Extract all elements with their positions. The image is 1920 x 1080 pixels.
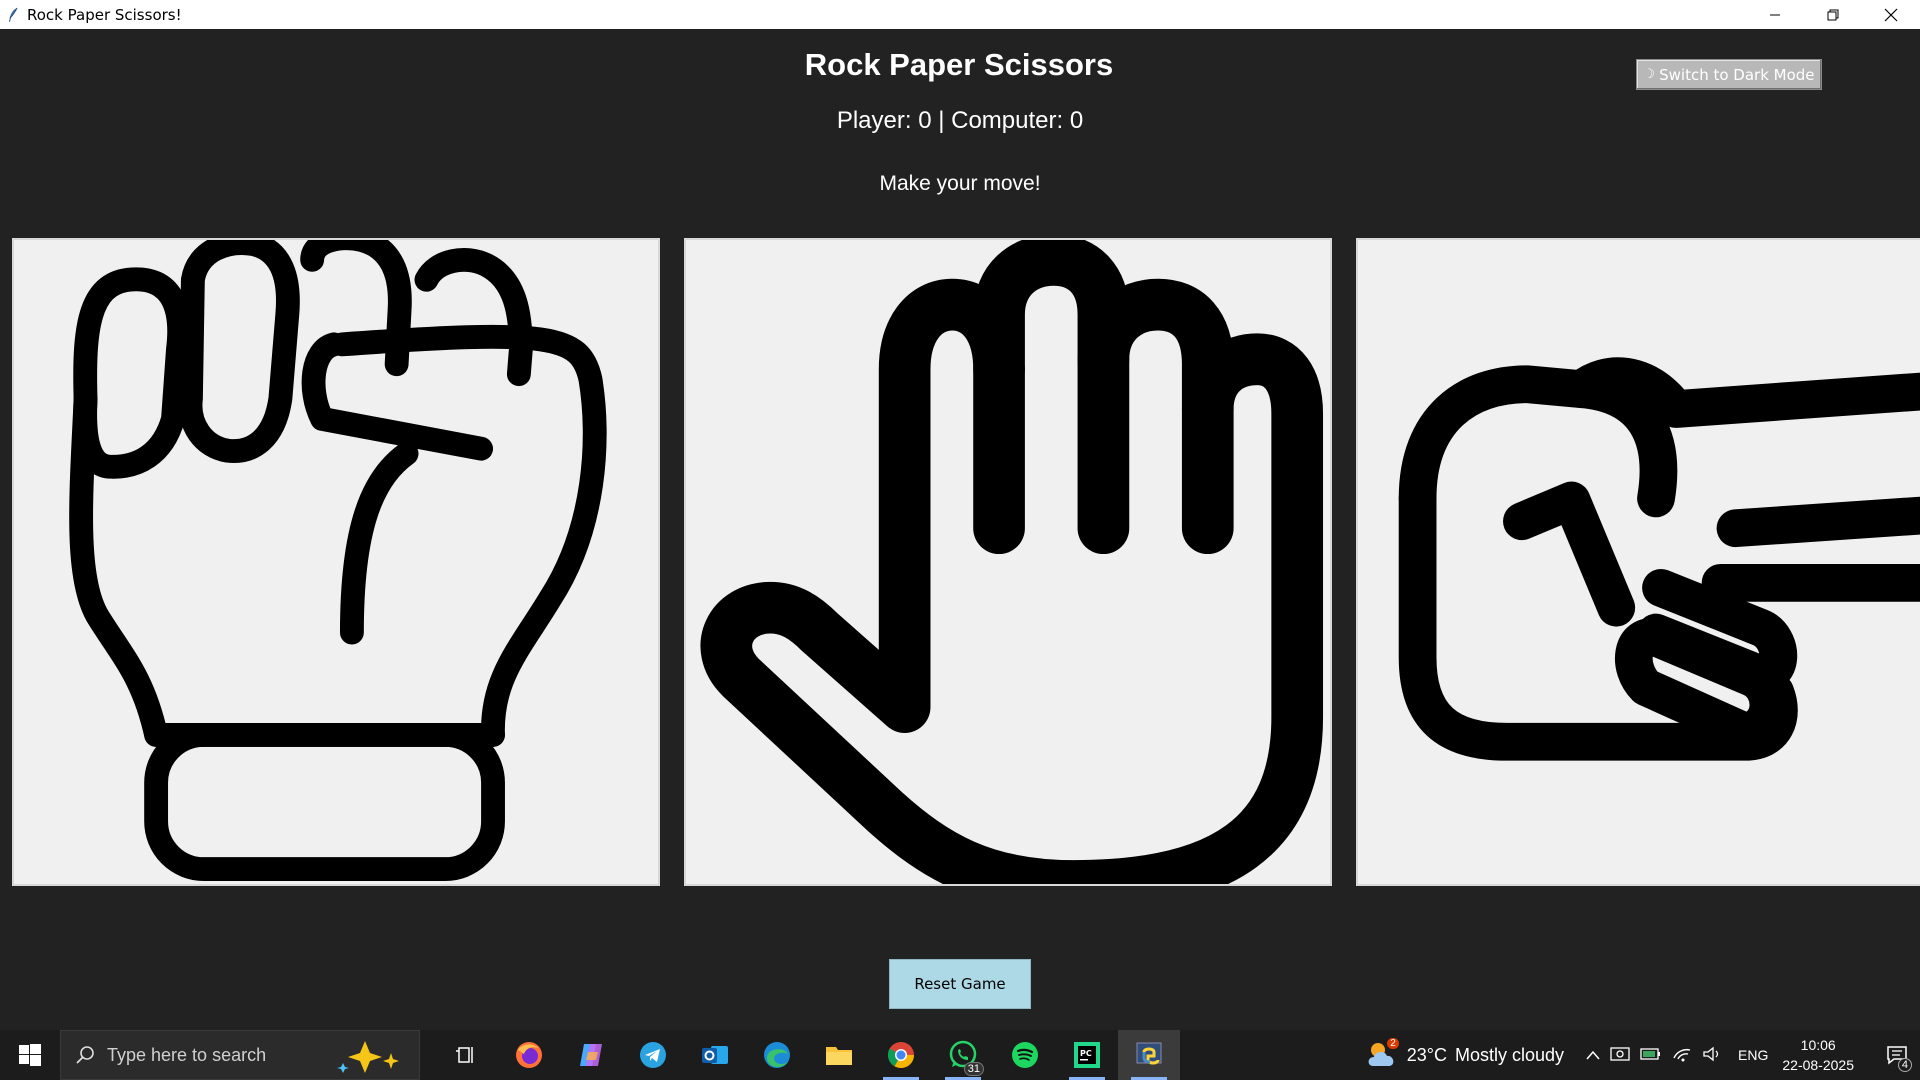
spotify-icon xyxy=(1012,1042,1038,1068)
pycharm-icon: PC xyxy=(1074,1042,1100,1068)
weather-badge: 2 xyxy=(1387,1038,1399,1049)
task-view-icon xyxy=(456,1047,473,1063)
feather-icon xyxy=(4,6,22,24)
sparkle-icon xyxy=(335,1039,407,1078)
restore-icon xyxy=(1827,9,1839,20)
edge-icon xyxy=(764,1042,790,1068)
chrome-button[interactable] xyxy=(870,1030,932,1080)
python-icon xyxy=(1136,1042,1162,1065)
dark-mode-button[interactable]: ☽ Switch to Dark Mode xyxy=(1636,59,1822,90)
svg-text:PC: PC xyxy=(1080,1049,1092,1058)
copilot-icon xyxy=(580,1044,602,1066)
outlook-icon xyxy=(702,1046,728,1064)
game-window: Rock Paper Scissors Player: 0 | Computer… xyxy=(0,29,1920,1030)
edge-button[interactable] xyxy=(746,1030,808,1080)
minimize-icon xyxy=(1770,14,1780,15)
chevron-up-icon[interactable] xyxy=(1586,1047,1600,1063)
folder-icon xyxy=(826,1047,852,1065)
search-input[interactable]: Type here to search xyxy=(60,1030,420,1080)
whatsapp-button[interactable]: 31 xyxy=(932,1030,994,1080)
windows-icon xyxy=(19,1044,41,1066)
search-icon xyxy=(75,1045,95,1065)
dark-mode-button-label: Switch to Dark Mode xyxy=(1659,65,1815,84)
close-button[interactable] xyxy=(1862,0,1920,29)
outlook-button[interactable] xyxy=(684,1030,746,1080)
weather-desc: Mostly cloudy xyxy=(1454,1044,1565,1065)
close-icon xyxy=(1884,8,1898,21)
copilot-button[interactable] xyxy=(560,1030,622,1080)
score-label: Player: 0 | Computer: 0 xyxy=(836,107,1084,134)
pycharm-button[interactable]: PC xyxy=(1056,1030,1118,1080)
start-button[interactable] xyxy=(0,1030,60,1080)
moon-icon: ☽ xyxy=(1643,67,1656,82)
firefox-icon xyxy=(516,1042,542,1068)
wifi-icon[interactable] xyxy=(1672,1046,1692,1065)
cloud-sun-icon: 2 xyxy=(1365,1038,1399,1070)
restore-button[interactable] xyxy=(1804,0,1862,29)
firefox-button[interactable] xyxy=(498,1030,560,1080)
task-view-button[interactable] xyxy=(436,1030,498,1080)
notification-count: 4 xyxy=(1897,1058,1912,1072)
file-explorer-button[interactable] xyxy=(808,1030,870,1080)
victory-hand-icon xyxy=(1398,357,1920,761)
language-indicator[interactable]: ENG xyxy=(1738,1047,1768,1063)
clock-date: 22-08-2025 xyxy=(1782,1057,1854,1073)
weather-temp: 23°C xyxy=(1406,1044,1447,1065)
search-placeholder: Type here to search xyxy=(107,1044,267,1065)
battery-icon[interactable] xyxy=(1640,1047,1662,1064)
python-button[interactable] xyxy=(1118,1030,1180,1080)
volume-icon[interactable] xyxy=(1702,1046,1722,1065)
rock-button[interactable] xyxy=(12,238,660,886)
telegram-icon xyxy=(640,1042,666,1068)
meet-now-icon[interactable] xyxy=(1610,1046,1630,1065)
spotify-button[interactable] xyxy=(994,1030,1056,1080)
notifications-button[interactable]: 4 xyxy=(1874,1030,1920,1080)
clock-time: 10:06 xyxy=(1800,1037,1836,1053)
taskbar: Type here to search 31 PC 2 23°C Mostly … xyxy=(0,1030,1920,1080)
whatsapp-badge: 31 xyxy=(963,1062,984,1076)
clock[interactable]: 10:06 22-08-2025 xyxy=(1782,1035,1854,1075)
page-title: Rock Paper Scissors xyxy=(804,47,1114,82)
paper-button[interactable] xyxy=(684,238,1332,886)
fist-icon xyxy=(69,240,607,882)
window-title: Rock Paper Scissors! xyxy=(27,5,182,24)
weather-widget[interactable]: 2 23°C Mostly cloudy xyxy=(1365,1038,1565,1070)
reset-game-button[interactable]: Reset Game xyxy=(889,959,1031,1009)
status-label: Make your move! xyxy=(879,172,1041,195)
window-titlebar: Rock Paper Scissors! xyxy=(0,0,1920,29)
minimize-button[interactable] xyxy=(1746,0,1804,29)
chrome-icon xyxy=(887,1042,915,1069)
open-hand-icon xyxy=(700,240,1324,884)
telegram-button[interactable] xyxy=(622,1030,684,1080)
scissors-button[interactable] xyxy=(1356,238,1920,886)
